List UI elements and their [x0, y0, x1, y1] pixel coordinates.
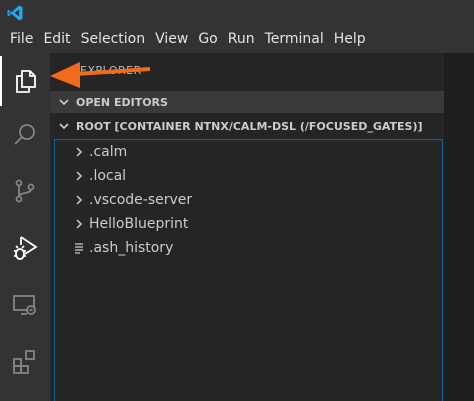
explorer-title: EXPLORER: [80, 64, 142, 77]
tree-item-ash-history[interactable]: .ash_history: [55, 236, 435, 260]
source-control-icon: [15, 179, 35, 203]
tree-item-local[interactable]: .local: [55, 164, 435, 188]
activity-bar: [0, 53, 50, 401]
file-lines-icon: [71, 240, 87, 256]
tree-item-label: .ash_history: [89, 240, 174, 256]
files-icon: [16, 70, 36, 93]
menu-view[interactable]: View: [150, 26, 193, 53]
open-editors-header[interactable]: OPEN EDITORS: [50, 91, 444, 113]
tree-item-label: HelloBlueprint: [89, 216, 189, 232]
activity-search[interactable]: [0, 110, 50, 160]
run-debug-icon: [14, 236, 38, 260]
open-editors-label: OPEN EDITORS: [76, 95, 168, 109]
chevron-down-icon: [56, 94, 72, 110]
vscode-logo-icon: [7, 5, 23, 21]
tree-item-label: .vscode-server: [89, 192, 193, 208]
activity-source-control[interactable]: [0, 166, 50, 216]
activity-explorer[interactable]: [0, 56, 50, 106]
editor-area: [444, 53, 474, 401]
chevron-right-icon: [71, 216, 87, 232]
menu-help[interactable]: Help: [329, 26, 371, 53]
remote-explorer-icon: [13, 295, 36, 315]
menu-go[interactable]: Go: [193, 26, 222, 53]
extensions-icon: [13, 350, 35, 374]
activity-extensions[interactable]: [0, 337, 50, 387]
menu-bar: File Edit Selection View Go Run Terminal…: [0, 26, 474, 53]
file-tree: .calm .local .vscode-server HelloBluepri…: [54, 139, 443, 401]
chevron-right-icon: [71, 192, 87, 208]
root-folder-label: ROOT [CONTAINER NTNX/CALM-DSL (/FOCUSED_…: [76, 119, 423, 133]
chevron-right-icon: [71, 168, 87, 184]
tree-item-label: .local: [89, 168, 127, 184]
explorer-sidebar: EXPLORER OPEN EDITORS ROOT [CONTAINER NT…: [50, 53, 444, 401]
menu-selection[interactable]: Selection: [76, 26, 151, 53]
activity-run-debug[interactable]: [0, 223, 50, 273]
title-bar: [0, 0, 474, 26]
activity-remote-explorer[interactable]: [0, 280, 50, 330]
chevron-down-icon: [56, 118, 72, 134]
tree-item-calm[interactable]: .calm: [55, 140, 435, 164]
root-folder-header[interactable]: ROOT [CONTAINER NTNX/CALM-DSL (/FOCUSED_…: [50, 115, 444, 137]
tree-item-label: .calm: [89, 144, 128, 160]
tree-item-helloblueprint[interactable]: HelloBlueprint: [55, 212, 435, 236]
chevron-right-icon: [71, 144, 87, 160]
search-icon: [14, 124, 35, 145]
menu-file[interactable]: File: [0, 26, 38, 53]
tree-item-vscode-server[interactable]: .vscode-server: [55, 188, 435, 212]
menu-edit[interactable]: Edit: [38, 26, 75, 53]
menu-terminal[interactable]: Terminal: [260, 26, 329, 53]
menu-run[interactable]: Run: [223, 26, 260, 53]
